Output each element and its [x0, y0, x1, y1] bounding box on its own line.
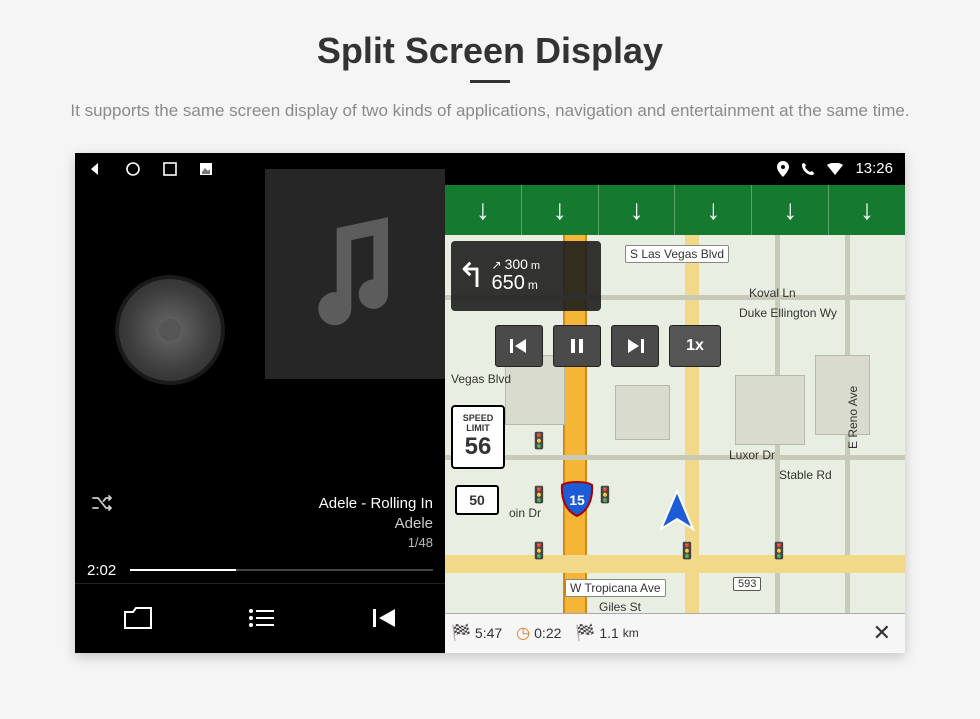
previous-track-icon[interactable] [371, 606, 397, 630]
road-label: Stable Rd [775, 467, 836, 483]
gauge-icon: ◷ [516, 623, 530, 643]
route-shield: 50 [455, 485, 499, 515]
traffic-light-icon: 🚦 [529, 485, 549, 505]
lane-arrow-icon: ↓ [829, 185, 905, 235]
page-subtitle: It supports the same screen display of t… [70, 99, 909, 123]
distance-unit: km [623, 626, 639, 640]
speed-segment: ◷ 0:22 [516, 623, 561, 643]
traffic-light-icon: 🚦 [529, 431, 549, 451]
lane-arrow-icon: ↓ [599, 185, 676, 235]
gallery-icon[interactable] [199, 162, 213, 176]
recents-icon[interactable] [163, 162, 177, 176]
sim-pause-button[interactable] [553, 325, 601, 367]
lane-guidance-bar: ↓ ↓ ↓ ↓ ↓ ↓ [445, 185, 905, 235]
turn-instruction: ↰ ↗ 300 m 650 m [451, 241, 601, 311]
track-title: Adele - Rolling In [87, 494, 433, 514]
distance-value: 1.1 [599, 625, 618, 641]
road-label: S Las Vegas Blvd [625, 245, 729, 263]
lane-arrow-icon: ↓ [522, 185, 599, 235]
back-icon[interactable] [87, 161, 103, 177]
music-player-pane: Adele - Rolling In Adele 1/48 2:02 [75, 185, 445, 653]
traffic-light-icon: 🚦 [769, 541, 789, 561]
speed-limit-label: SPEED [463, 413, 494, 423]
building-icon [735, 375, 805, 445]
lane-arrow-icon: ↓ [675, 185, 752, 235]
road-label: Duke Ellington Wy [735, 305, 841, 321]
clock: 13:26 [855, 160, 893, 177]
current-turn-distance: 650 [492, 272, 525, 295]
traffic-light-icon: 🚦 [529, 541, 549, 561]
title-divider [470, 80, 510, 83]
phone-icon [801, 162, 815, 176]
vehicle-cursor-icon [655, 489, 699, 543]
speed-limit-value: 56 [465, 433, 492, 461]
flag-icon: 🏁 [451, 623, 471, 643]
disc-icon [115, 275, 225, 385]
location-icon [777, 161, 789, 177]
building-icon [615, 385, 670, 440]
home-icon[interactable] [125, 161, 141, 177]
status-bar: 13:26 [75, 153, 905, 185]
road-label: Vegas Blvd [447, 371, 515, 387]
seek-bar[interactable] [130, 569, 433, 571]
track-artist: Adele [87, 514, 433, 534]
road-label: Koval Ln [745, 285, 800, 301]
current-turn-unit: m [528, 278, 538, 292]
road [445, 555, 905, 573]
flag-icon: 🏁 [575, 623, 595, 643]
navigation-pane: ↓ ↓ ↓ ↓ ↓ ↓ 🚦 🚦 🚦 🚦 🚦 [445, 185, 905, 653]
speed-value: 0:22 [534, 625, 561, 641]
album-art-placeholder [265, 169, 445, 379]
eta-value: 5:47 [475, 625, 502, 641]
exit-label: 593 [733, 577, 761, 591]
route-sim-controls: 1x [495, 325, 721, 367]
svg-text:15: 15 [569, 492, 585, 508]
folder-icon[interactable] [123, 606, 153, 630]
track-index: 1/48 [87, 534, 433, 552]
next-turn-distance: 300 [505, 256, 528, 272]
turn-left-icon: ↰ [457, 256, 486, 296]
nav-info-bar: 🏁 5:47 ◷ 0:22 🏁 1.1 km ✕ [445, 613, 905, 653]
next-turn-unit: m [531, 260, 540, 272]
distance-segment: 🏁 1.1 km [575, 623, 638, 643]
speed-limit-label: LIMIT [466, 423, 490, 433]
lane-arrow-icon: ↓ [445, 185, 522, 235]
sim-prev-button[interactable] [495, 325, 543, 367]
interstate-shield: 15 [560, 481, 594, 517]
traffic-light-icon: 🚦 [677, 541, 697, 561]
sim-speed-button[interactable]: 1x [669, 325, 721, 367]
road-label: oin Dr [505, 505, 545, 521]
traffic-light-icon: 🚦 [595, 485, 615, 505]
speed-limit-sign: SPEED LIMIT 56 [451, 405, 505, 469]
device-frame: 13:26 Adele - Rolling In Adele 1/48 [75, 153, 905, 653]
road [445, 455, 905, 460]
wifi-icon [827, 163, 843, 175]
road-label: Luxor Dr [725, 447, 779, 463]
road-label: W Tropicana Ave [565, 579, 666, 597]
building-icon [815, 355, 870, 435]
shuffle-icon[interactable] [91, 494, 115, 512]
page-title: Split Screen Display [317, 30, 663, 72]
close-button[interactable]: ✕ [865, 620, 899, 646]
playlist-icon[interactable] [248, 608, 276, 628]
sim-next-button[interactable] [611, 325, 659, 367]
elapsed-time: 2:02 [87, 562, 116, 579]
lane-arrow-icon: ↓ [752, 185, 829, 235]
eta-segment: 🏁 5:47 [451, 623, 502, 643]
road-label: E Reno Ave [845, 382, 861, 453]
